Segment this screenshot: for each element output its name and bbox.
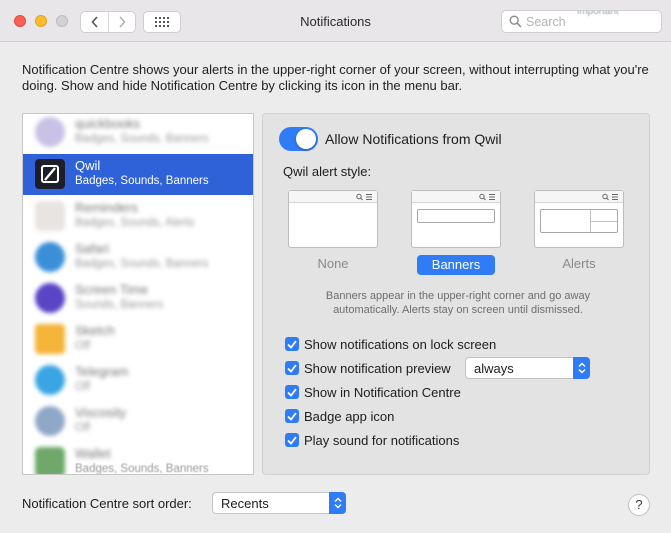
app-list[interactable]: quickbooks Badges, Sounds, Banners Qwil … (22, 113, 254, 475)
app-icon (35, 242, 65, 272)
app-name: Wallet (75, 446, 111, 461)
search-icon (509, 15, 522, 28)
style-alerts-label[interactable]: Alerts (534, 256, 624, 271)
list-item-wallet[interactable]: Wallet Badges, Sounds, Banners (23, 442, 253, 475)
checkmark-icon (287, 387, 297, 397)
settings-pane: Allow Notifications from Qwil Qwil alert… (262, 113, 650, 475)
preview-select-value: always (474, 361, 514, 376)
search-input[interactable]: important Search (501, 10, 662, 33)
notification-centre-label: Show in Notification Centre (304, 385, 461, 400)
play-sound-checkbox[interactable] (285, 433, 299, 447)
search-placeholder: Search (526, 15, 566, 29)
play-sound-label: Play sound for notifications (304, 433, 460, 448)
preview-select[interactable]: always (465, 357, 590, 379)
app-name: Safari (75, 241, 109, 256)
checkmark-icon (287, 435, 297, 445)
list-item-viscosity[interactable]: Viscosity Off (23, 401, 253, 442)
style-hint: Banners appear in the upper-right corner… (293, 289, 623, 317)
hint-line-2: automatically. Alerts stay on screen unt… (333, 304, 583, 316)
badge-icon-label: Badge app icon (304, 409, 395, 424)
updown-arrows-icon (329, 492, 346, 514)
alert-shape (540, 209, 618, 233)
preview-label: Show notification preview (304, 361, 451, 376)
style-none-label[interactable]: None (288, 256, 378, 271)
search-overflow-text: important (577, 10, 619, 17)
app-icon (35, 283, 65, 313)
style-banners-label[interactable]: Banners (417, 255, 495, 275)
app-name: Screen Time (75, 282, 148, 297)
preview-menubar (289, 191, 377, 203)
hint-line-1: Banners appear in the upper-right corner… (325, 290, 591, 302)
checkmark-icon (287, 363, 297, 373)
app-icon (35, 365, 65, 395)
list-item-telegram[interactable]: Telegram Off (23, 360, 253, 401)
checkmark-icon (287, 411, 297, 421)
app-sub: Badges, Sounds, Banners (75, 175, 209, 187)
qwil-icon (35, 159, 65, 189)
description-text: Notification Centre shows your alerts in… (22, 62, 649, 93)
toggle-knob (296, 129, 316, 149)
style-none-preview[interactable] (288, 190, 378, 248)
notification-centre-checkbox[interactable] (285, 385, 299, 399)
app-icon (35, 117, 65, 147)
list-item-qwil[interactable]: Qwil Badges, Sounds, Banners (23, 154, 253, 195)
app-sub: Badges, Sounds, Banners (75, 258, 209, 270)
app-icon (35, 201, 65, 231)
allow-notifications-toggle[interactable] (279, 127, 318, 151)
lock-screen-label: Show notifications on lock screen (304, 337, 497, 352)
list-item-sketch[interactable]: Sketch Off (23, 319, 253, 360)
updown-arrows-icon (573, 357, 590, 379)
banner-shape (417, 209, 495, 223)
app-sub: Off (75, 340, 91, 352)
app-sub: Badges, Sounds, Alerts (75, 217, 195, 229)
list-item-quickbooks[interactable]: quickbooks Badges, Sounds, Banners (23, 114, 253, 153)
app-name: Viscosity (75, 405, 127, 420)
alert-style-label: Qwil alert style: (283, 164, 372, 179)
list-item-safari[interactable]: Safari Badges, Sounds, Banners (23, 237, 253, 278)
app-name: Sketch (75, 323, 115, 338)
app-name: Telegram (75, 364, 129, 379)
style-banners-preview[interactable] (411, 190, 501, 248)
app-name: quickbooks (75, 116, 141, 131)
app-sub: Badges, Sounds, Banners (75, 463, 209, 475)
app-sub: Off (75, 422, 91, 434)
style-alerts-preview[interactable] (534, 190, 624, 248)
app-sub: Off (75, 381, 91, 393)
list-item-reminders[interactable]: Reminders Badges, Sounds, Alerts (23, 196, 253, 237)
preview-checkbox[interactable] (285, 361, 299, 375)
app-icon (35, 406, 65, 436)
lock-screen-checkbox[interactable] (285, 337, 299, 351)
sort-order-label: Notification Centre sort order: (22, 496, 192, 511)
app-name: Qwil (75, 158, 101, 173)
app-icon (35, 447, 65, 474)
app-sub: Sounds, Banners (75, 299, 164, 311)
help-button[interactable]: ? (628, 494, 650, 516)
badge-icon-checkbox[interactable] (285, 409, 299, 423)
sort-order-value: Recents (221, 496, 269, 511)
app-icon (35, 324, 65, 354)
sort-order-select[interactable]: Recents (212, 492, 346, 514)
preview-menubar (412, 191, 500, 203)
preview-menubar (535, 191, 623, 203)
app-sub: Badges, Sounds, Banners (75, 133, 209, 145)
title-bar: Notifications important Search (0, 0, 671, 42)
list-item-screen-time[interactable]: Screen Time Sounds, Banners (23, 278, 253, 319)
allow-notifications-label: Allow Notifications from Qwil (325, 131, 502, 147)
app-name: Reminders (75, 200, 138, 215)
checkmark-icon (287, 339, 297, 349)
